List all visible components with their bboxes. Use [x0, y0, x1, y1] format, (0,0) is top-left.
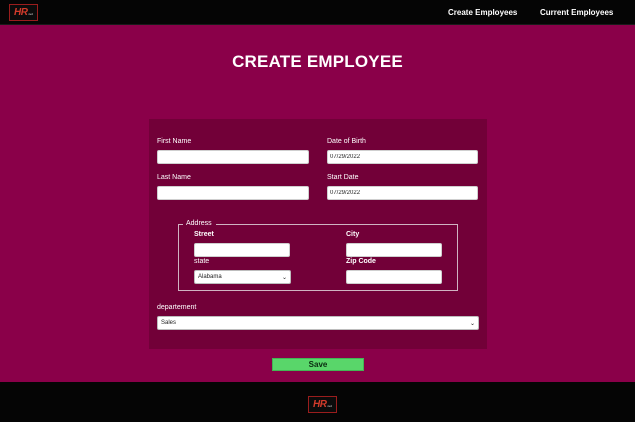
start-date-field[interactable]: [327, 186, 478, 200]
zip-code-field[interactable]: [346, 270, 442, 284]
department-selected-value: Sales: [161, 320, 177, 326]
footer-hrnet-logo: HR net: [308, 396, 337, 413]
footer-logo-subtext: net: [327, 404, 332, 408]
fieldset-border-top-right: [216, 224, 458, 225]
logo-subtext: net: [28, 12, 33, 16]
hrnet-logo[interactable]: HR net: [9, 4, 38, 21]
department-select[interactable]: Sales ⌄: [157, 316, 479, 330]
save-button[interactable]: Save: [272, 358, 364, 371]
footer-logo-text: HR: [313, 399, 327, 410]
nav-current-employees-link[interactable]: Current Employees: [540, 8, 613, 17]
start-date-label: Start Date: [327, 174, 359, 181]
city-label: City: [346, 231, 360, 238]
address-legend: Address: [186, 220, 212, 227]
logo-text: HR: [14, 7, 28, 18]
first-name-label: First Name: [157, 138, 192, 145]
state-selected-value: Alabama: [198, 274, 222, 280]
fieldset-border-top-left: [178, 224, 183, 225]
nav-create-employees-link[interactable]: Create Employees: [448, 8, 517, 17]
top-navbar: HR net Create Employees Current Employees: [0, 0, 635, 25]
department-label: departement: [157, 304, 197, 311]
street-field[interactable]: [194, 243, 290, 257]
last-name-label: Last Name: [157, 174, 191, 181]
page-title: CREATE EMPLOYEE: [232, 52, 403, 71]
last-name-field[interactable]: [157, 186, 309, 200]
city-field[interactable]: [346, 243, 442, 257]
chevron-down-icon: ⌄: [281, 274, 287, 281]
chevron-down-icon: ⌄: [469, 320, 475, 327]
state-select[interactable]: Alabama ⌄: [194, 270, 291, 284]
zip-code-label: Zip Code: [346, 258, 376, 265]
first-name-field[interactable]: [157, 150, 309, 164]
date-of-birth-field[interactable]: [327, 150, 478, 164]
date-of-birth-label: Date of Birth: [327, 138, 366, 145]
state-label: state: [194, 258, 210, 265]
street-label: Street: [194, 231, 214, 238]
